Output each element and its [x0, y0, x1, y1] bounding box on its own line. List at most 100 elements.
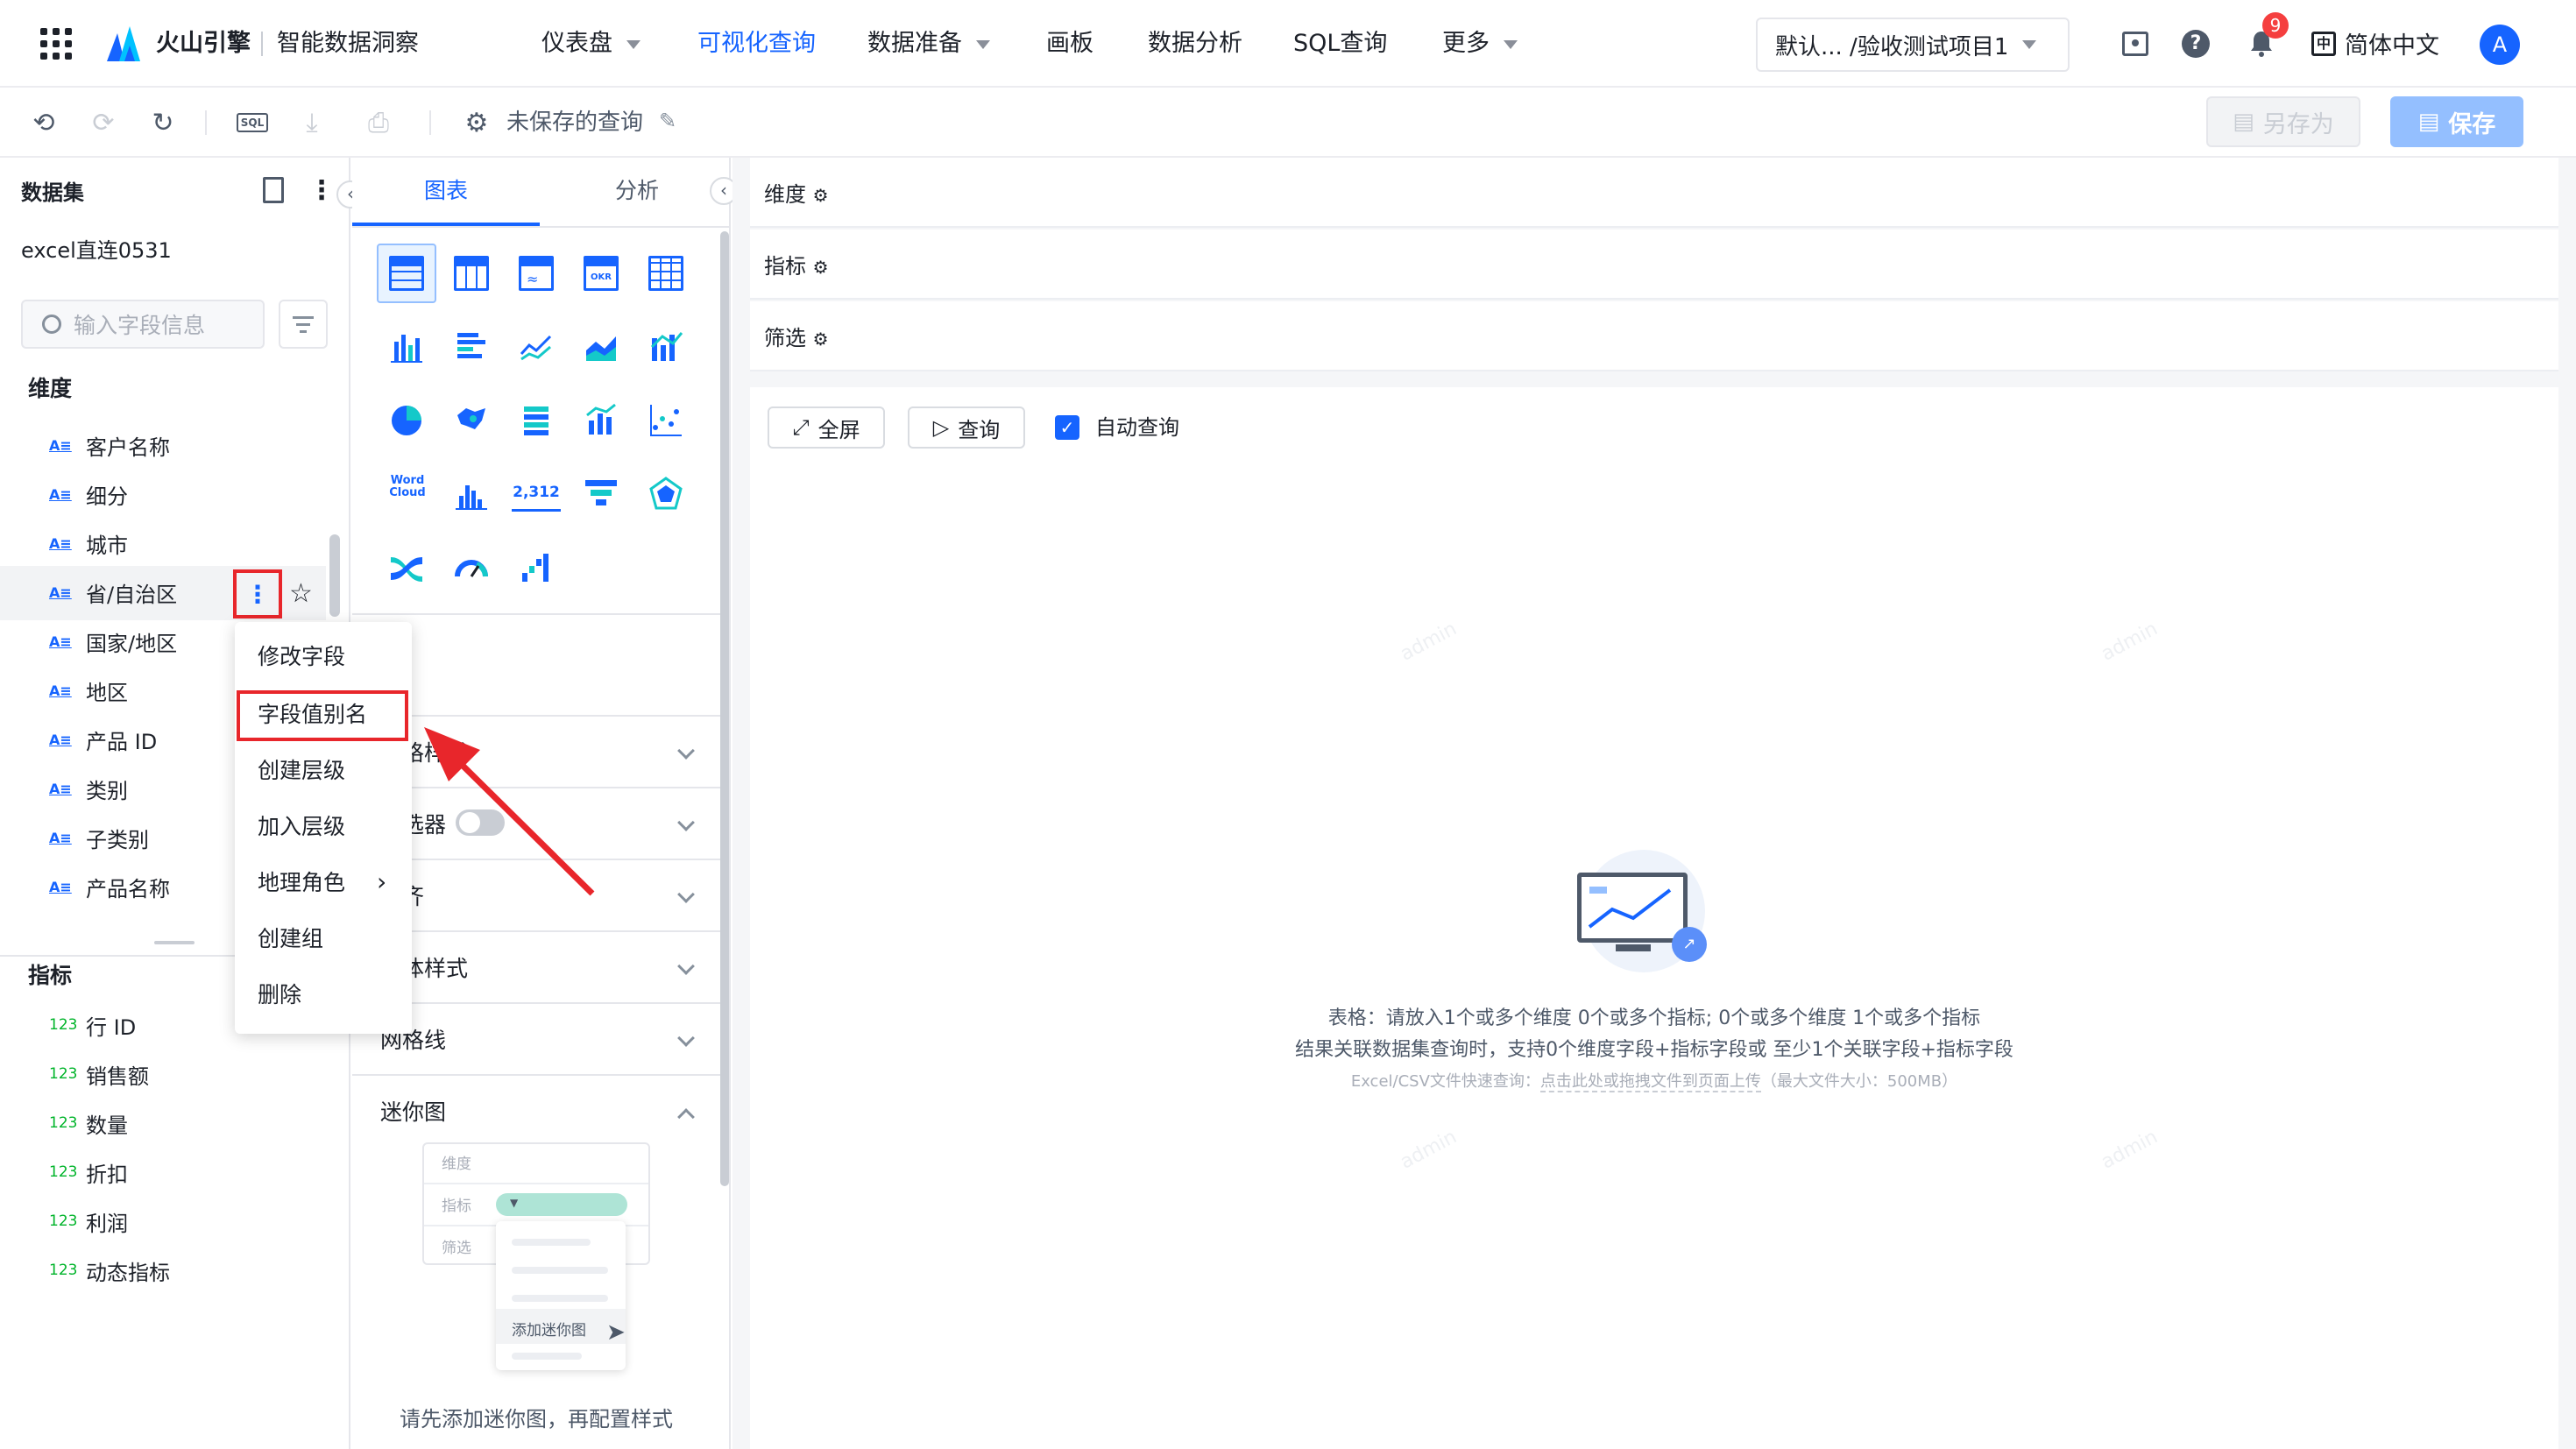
pivot-table-icon[interactable] [454, 256, 489, 291]
nav-sql-query[interactable]: SQL查询 [1293, 26, 1387, 61]
area-chart-icon[interactable] [584, 329, 619, 364]
star-icon[interactable]: ☆ [289, 576, 313, 611]
multi-series-icon[interactable] [584, 403, 619, 438]
measures-label: 指标 [28, 963, 73, 988]
export-icon[interactable]: ⎙ [361, 105, 396, 140]
table-chart-icon[interactable] [389, 256, 424, 291]
nav-data-analysis[interactable]: 数据分析 [1148, 26, 1242, 61]
gear-icon[interactable]: ⚙ [813, 329, 829, 350]
menu-item-add-hierarchy[interactable]: 加入层级 [258, 809, 345, 845]
list-item[interactable]: 123 销售额 [49, 1057, 149, 1092]
dimension-drop-zone[interactable]: 维度 ⚙ [750, 158, 2558, 228]
apps-grid-icon[interactable] [40, 28, 72, 60]
volcano-logo-icon [107, 26, 140, 61]
list-item[interactable]: 123 利润 [49, 1204, 128, 1239]
list-item[interactable]: A≡ 类别 [49, 771, 128, 806]
project-name: 默认... /验收测试项目1 [1775, 33, 2009, 60]
empty-hint-2: 结果关联数据集查询时，支持0个维度字段+指标字段或 至少1个关联字段+指标字段 [1295, 1039, 2013, 1061]
list-item[interactable]: 123 数量 [49, 1106, 128, 1141]
menu-item-edit-field[interactable]: 修改字段 [258, 640, 345, 675]
upload-link[interactable]: 点击此处或拖拽文件到页面上传 [1539, 1072, 1761, 1092]
trend-table-icon[interactable]: ≈ [519, 256, 554, 291]
bar-chart-icon[interactable] [389, 329, 424, 364]
redo-icon[interactable]: ⟳ [86, 105, 121, 140]
list-item[interactable]: 123 行 ID [49, 1007, 136, 1043]
list-item[interactable]: A≡ 国家/地区 [49, 624, 177, 659]
section-mini-chart[interactable]: 迷你图 [352, 1074, 720, 1146]
radar-chart-icon[interactable] [648, 477, 683, 512]
list-item[interactable]: A≡ 客户名称 [49, 428, 170, 463]
number-card-icon[interactable]: 2,312 [512, 484, 561, 512]
list-item[interactable]: 123 动态指标 [49, 1253, 170, 1288]
combo-chart-icon[interactable] [648, 329, 683, 364]
map-chart-icon[interactable] [454, 403, 489, 438]
line-chart-icon[interactable] [519, 329, 554, 364]
gear-icon[interactable]: ⚙ [459, 105, 494, 140]
nav-more[interactable]: 更多 [1442, 26, 1518, 61]
fullscreen-button[interactable]: ⤢ 全屏 [768, 406, 885, 449]
pane-resize-handle[interactable] [154, 941, 195, 944]
project-selector[interactable]: 默认... /验收测试项目1 [1756, 18, 2070, 72]
edit-title-icon[interactable]: ✎ [659, 109, 676, 133]
query-button[interactable]: ▷ 查询 [908, 406, 1025, 449]
help-icon[interactable]: ? [2182, 30, 2210, 58]
nav-dashboard[interactable]: 仪表盘 [541, 26, 640, 61]
sql-icon[interactable]: SQL [235, 105, 270, 140]
save-as-button[interactable]: ▤ 另存为 [2206, 96, 2360, 147]
list-item[interactable]: A≡ 省/自治区 [49, 575, 177, 610]
vertical-scrollbar[interactable] [329, 534, 340, 617]
field-search-input[interactable]: 输入字段信息 [21, 300, 265, 349]
nav-canvas[interactable]: 画板 [1046, 26, 1093, 61]
list-item[interactable]: 123 折扣 [49, 1155, 128, 1190]
screen-icon[interactable] [2122, 32, 2148, 56]
download-icon[interactable]: ⤓ [294, 105, 329, 140]
okr-icon[interactable]: OKR [584, 256, 619, 291]
tab-analysis[interactable]: 分析 [615, 173, 659, 209]
list-item[interactable]: A≡ 城市 [49, 526, 128, 561]
new-dataset-icon[interactable] [263, 177, 284, 203]
menu-item-delete[interactable]: 删除 [258, 978, 301, 1013]
gauge-icon[interactable] [454, 550, 489, 585]
undo-icon[interactable]: ⟲ [26, 105, 61, 140]
detail-table-icon[interactable] [648, 256, 683, 291]
more-vertical-icon[interactable]: ⋮ [308, 173, 335, 209]
nav-visual-query[interactable]: 可视化查询 [697, 26, 816, 61]
list-item[interactable]: A≡ 产品 ID [49, 722, 157, 757]
chevron-down-icon [1504, 39, 1518, 49]
menu-item-value-alias[interactable]: 字段值别名 [258, 697, 367, 732]
language-label: 简体中文 [2345, 32, 2439, 60]
funnel-chart-icon[interactable] [584, 477, 619, 512]
pie-chart-icon[interactable] [389, 403, 424, 438]
filter-drop-zone[interactable]: 筛选 ⚙ [750, 301, 2558, 371]
list-item[interactable]: A≡ 子类别 [49, 820, 149, 855]
avatar[interactable]: A [2480, 25, 2520, 65]
menu-item-geo-role[interactable]: 地理角色 [258, 866, 345, 901]
refresh-icon[interactable]: ↻ [145, 105, 180, 140]
auto-query-checkbox[interactable]: ✓ [1055, 415, 1079, 440]
stacked-bar-icon[interactable] [519, 403, 554, 438]
list-item[interactable]: A≡ 产品名称 [49, 869, 170, 904]
list-item[interactable]: A≡ 地区 [49, 673, 128, 708]
field-more-button[interactable]: ⋮ [233, 569, 282, 618]
config-scrollbar[interactable] [720, 231, 729, 1186]
list-item[interactable]: A≡ 细分 [49, 477, 128, 512]
filter-button[interactable] [279, 300, 328, 349]
language-switch[interactable]: 中 简体中文 [2311, 26, 2439, 60]
measure-drop-zone[interactable]: 指标 ⚙ [750, 230, 2558, 300]
menu-item-create-group[interactable]: 创建组 [258, 922, 323, 957]
dataset-name[interactable]: excel直连0531 [21, 233, 172, 268]
save-button[interactable]: ▤ 保存 [2390, 96, 2523, 147]
gear-icon[interactable]: ⚙ [813, 185, 829, 206]
dimension-type-icon: A≡ [49, 485, 72, 503]
dimension-type-icon: A≡ [49, 583, 72, 601]
horizontal-bar-icon[interactable] [454, 329, 489, 364]
sankey-icon[interactable] [389, 550, 424, 585]
gear-icon[interactable]: ⚙ [813, 257, 829, 278]
nav-data-prep[interactable]: 数据准备 [867, 26, 990, 61]
menu-item-create-hierarchy[interactable]: 创建层级 [258, 753, 345, 788]
wordcloud-icon[interactable]: Word Cloud [386, 475, 429, 510]
scatter-chart-icon[interactable] [648, 403, 683, 438]
histogram-icon[interactable] [454, 477, 489, 512]
tab-chart[interactable]: 图表 [424, 173, 468, 209]
waterfall-icon[interactable] [519, 550, 554, 585]
